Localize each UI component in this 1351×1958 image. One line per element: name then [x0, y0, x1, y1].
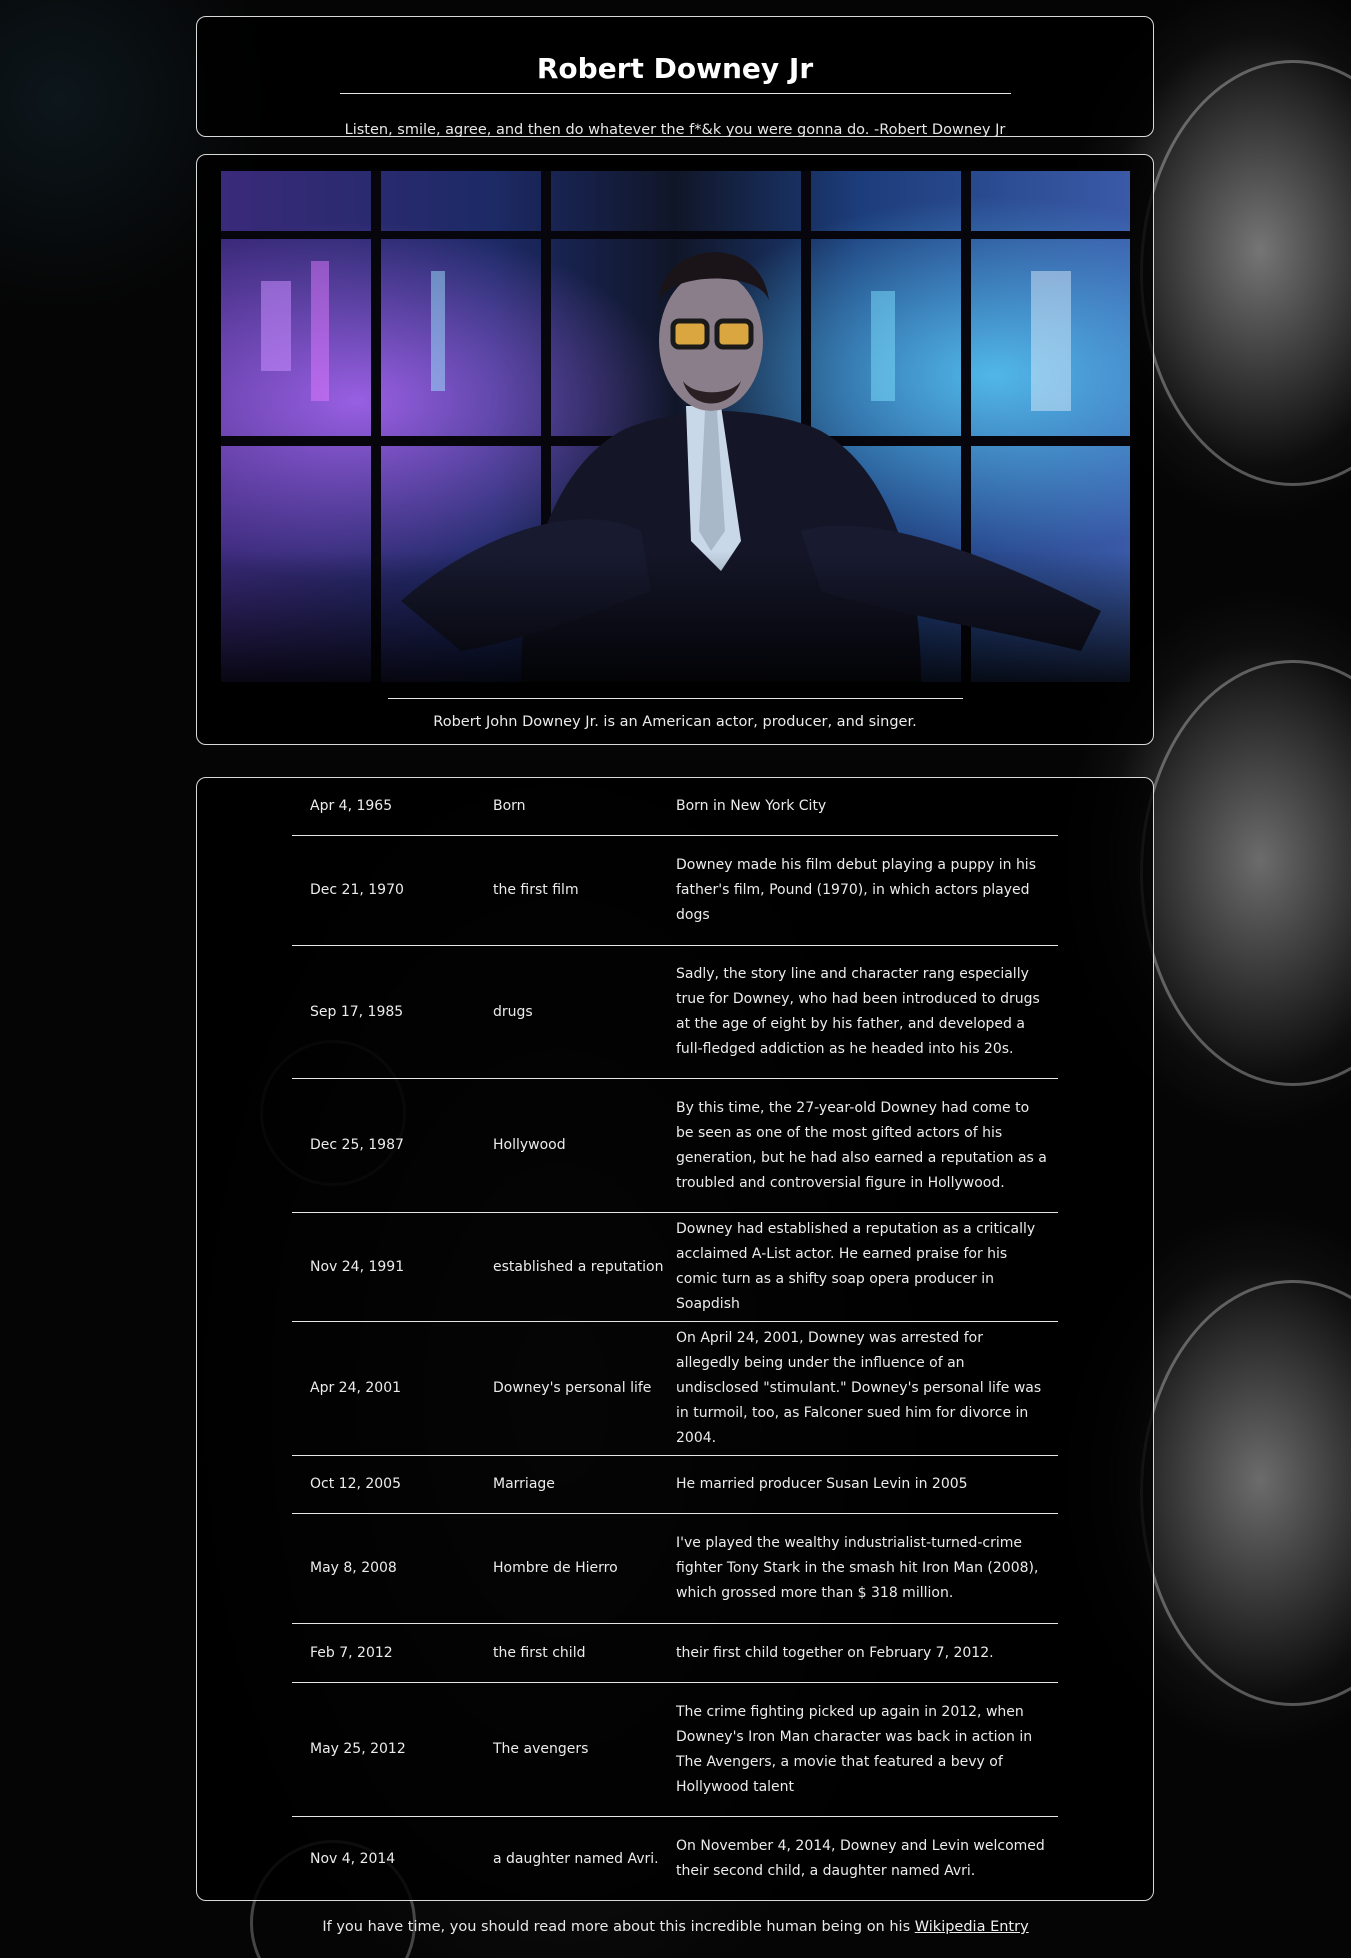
- timeline-event: Hombre de Hierro: [493, 1560, 618, 1576]
- timeline-description: Sadly, the story line and character rang…: [676, 966, 1040, 1057]
- timeline-card: Apr 4, 1965 Born Born in New York City D…: [196, 777, 1154, 1901]
- timeline-event: Born: [493, 798, 526, 814]
- timeline-event: Downey's personal life: [493, 1380, 652, 1396]
- footer-text: If you have time, you should read more a…: [322, 1919, 915, 1935]
- timeline-event: Marriage: [493, 1476, 555, 1492]
- timeline-description: Downey made his film debut playing a pup…: [676, 857, 1036, 923]
- footer: If you have time, you should read more a…: [0, 1916, 1351, 1938]
- timeline-event: drugs: [493, 1003, 533, 1020]
- timeline-date: May 8, 2008: [310, 1560, 397, 1576]
- timeline-row: May 8, 2008 Hombre de Hierro I've played…: [292, 1514, 1058, 1624]
- timeline-description: The crime fighting picked up again in 20…: [676, 1703, 1033, 1795]
- timeline-date: Feb 7, 2012: [310, 1644, 393, 1661]
- timeline-date: Apr 4, 1965: [310, 798, 393, 814]
- timeline-date: Nov 24, 1991: [310, 1258, 405, 1275]
- timeline-date: May 25, 2012: [310, 1741, 406, 1757]
- timeline-row: Sep 17, 1985 drugs Sadly, the story line…: [292, 946, 1058, 1079]
- timeline-date: Nov 4, 2014: [310, 1850, 396, 1867]
- timeline-row: Apr 24, 2001 Downey's personal life On A…: [292, 1322, 1058, 1456]
- header-card: Robert Downey Jr Listen, smile, agree, a…: [196, 16, 1154, 138]
- caption-divider: [388, 698, 963, 699]
- wikipedia-link[interactable]: Wikipedia Entry: [915, 1919, 1029, 1935]
- timeline-date: Apr 24, 2001: [310, 1380, 402, 1396]
- portrait-photo: [221, 171, 1130, 682]
- timeline-event: a daughter named Avri.: [493, 1850, 659, 1867]
- timeline-row: Nov 4, 2014 a daughter named Avri. On No…: [292, 1817, 1058, 1901]
- timeline-description: By this time, the 27-year-old Downey had…: [676, 1099, 1047, 1191]
- title-divider: [340, 93, 1011, 94]
- quote-text: Listen, smile, agree, and then do whatev…: [344, 122, 1006, 138]
- timeline-event: The avengers: [493, 1741, 589, 1757]
- timeline-description: On April 24, 2001, Downey was arrested f…: [676, 1330, 1042, 1446]
- timeline-description: Born in New York City: [676, 798, 827, 814]
- image-card: Robert John Downey Jr. is an American ac…: [196, 154, 1154, 745]
- timeline-row: Dec 25, 1987 Hollywood By this time, the…: [292, 1079, 1058, 1213]
- photo-caption: Robert John Downey Jr. is an American ac…: [433, 714, 917, 730]
- timeline-row: Apr 4, 1965 Born Born in New York City: [292, 778, 1058, 836]
- timeline-row: Oct 12, 2005 Marriage He married produce…: [292, 1456, 1058, 1514]
- timeline-table: Apr 4, 1965 Born Born in New York City D…: [292, 778, 1058, 1901]
- timeline-event: the first film: [493, 882, 579, 898]
- timeline-event: Hollywood: [493, 1137, 566, 1153]
- timeline-date: Dec 21, 1970: [310, 882, 404, 898]
- timeline-row: Nov 24, 1991 established a reputation Do…: [292, 1213, 1058, 1322]
- timeline-row: May 25, 2012 The avengers The crime figh…: [292, 1683, 1058, 1817]
- timeline-description: I've played the wealthy industrialist-tu…: [676, 1535, 1039, 1601]
- timeline-description: On November 4, 2014, Downey and Levin we…: [676, 1838, 1045, 1879]
- timeline-description: He married producer Susan Levin in 2005: [676, 1476, 968, 1492]
- timeline-description: their first child together on February 7…: [676, 1644, 994, 1661]
- timeline-row: Feb 7, 2012 the first child their first …: [292, 1624, 1058, 1683]
- timeline-description: Downey had established a reputation as a…: [676, 1221, 1036, 1312]
- page-title: Robert Downey Jr: [536, 52, 814, 85]
- timeline-event: the first child: [493, 1644, 586, 1661]
- timeline-row: Dec 21, 1970 the first film Downey made …: [292, 836, 1058, 946]
- timeline-date: Oct 12, 2005: [310, 1476, 401, 1492]
- timeline-date: Sep 17, 1985: [310, 1003, 404, 1020]
- timeline-date: Dec 25, 1987: [310, 1137, 404, 1153]
- timeline-event: established a reputation: [493, 1258, 664, 1275]
